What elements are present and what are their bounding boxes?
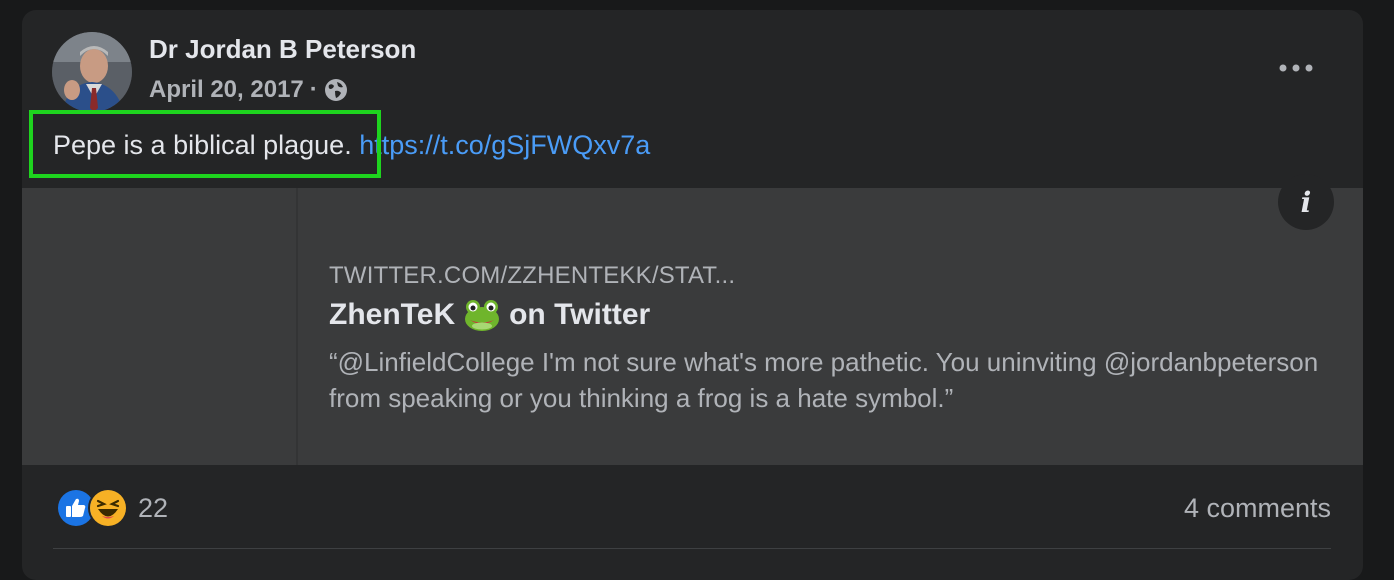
link-preview-title-name: ZhenTeK xyxy=(329,298,456,331)
author-name[interactable]: Dr Jordan B Peterson xyxy=(149,34,416,65)
reactions-summary[interactable]: 22 xyxy=(56,488,168,528)
post-link[interactable]: https://t.co/gSjFWQxv7a xyxy=(359,130,650,160)
post-card: Dr Jordan B Peterson April 20, 2017 · Pe… xyxy=(22,10,1363,580)
more-dots-icon xyxy=(1279,64,1313,72)
info-button[interactable]: i xyxy=(1278,174,1334,230)
reaction-count: 22 xyxy=(138,492,169,523)
link-preview-thumbnail xyxy=(22,188,298,465)
meta-separator: · xyxy=(309,76,318,103)
avatar-image xyxy=(52,32,132,112)
globe-icon xyxy=(324,78,348,102)
more-options-button[interactable] xyxy=(1272,54,1320,82)
avatar[interactable] xyxy=(52,32,132,112)
frog-emoji-icon xyxy=(463,298,501,332)
post-meta: April 20, 2017 · xyxy=(149,76,348,104)
link-preview-title: ZhenTeK on Twitter xyxy=(329,298,650,332)
highlight-box xyxy=(29,110,381,178)
comments-count-link[interactable]: 4 comments xyxy=(1184,493,1331,524)
link-preview-description: “@LinfieldCollege I'm not sure what's mo… xyxy=(329,347,1319,413)
link-preview[interactable]: TWITTER.COM/ZZHENTEKK/STAT... ZhenTeK on… xyxy=(22,188,1363,465)
haha-icon xyxy=(88,488,128,528)
footer-divider xyxy=(53,548,1331,549)
post-date[interactable]: April 20, 2017 xyxy=(149,76,304,104)
link-preview-title-suffix: on Twitter xyxy=(509,298,651,331)
info-icon: i xyxy=(1300,185,1312,219)
link-preview-domain: TWITTER.COM/ZZHENTEKK/STAT... xyxy=(329,262,736,289)
